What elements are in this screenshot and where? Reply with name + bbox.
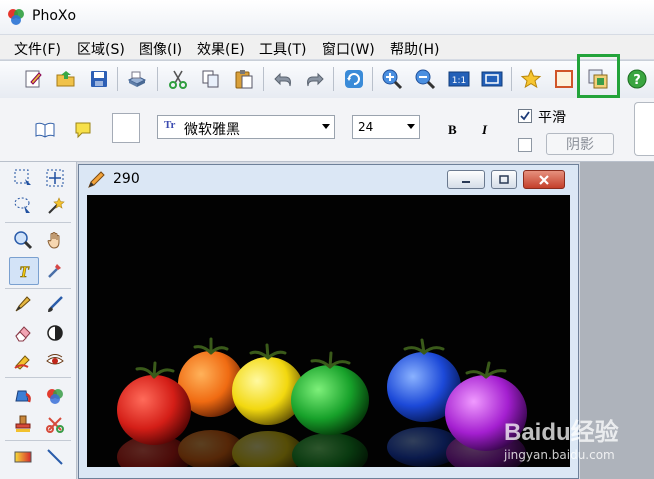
zoom-icon[interactable] bbox=[11, 228, 35, 252]
menu-file[interactable]: 文件(F) bbox=[14, 39, 61, 59]
help-icon[interactable]: ? bbox=[624, 66, 650, 92]
zoom-out-icon[interactable] bbox=[412, 66, 438, 92]
book-icon[interactable] bbox=[34, 121, 56, 139]
color-swatch[interactable] bbox=[112, 113, 140, 143]
move-icon[interactable] bbox=[43, 166, 67, 190]
menu-region[interactable]: 区域(S) bbox=[77, 39, 125, 59]
paste-icon[interactable] bbox=[231, 66, 257, 92]
fill-icon[interactable] bbox=[11, 384, 35, 408]
red-eye-icon[interactable] bbox=[43, 349, 67, 373]
star-icon[interactable] bbox=[518, 66, 544, 92]
font-name: 微软雅黑 bbox=[184, 122, 240, 138]
speech-bubble-icon[interactable] bbox=[73, 120, 93, 140]
brush-icon[interactable] bbox=[43, 292, 67, 316]
minimize-icon bbox=[462, 180, 470, 183]
actual-size-icon[interactable]: 1:1 bbox=[446, 66, 472, 92]
shadow-button[interactable]: 阴影 bbox=[546, 133, 614, 155]
main-toolbar: 1:1 ? bbox=[0, 60, 654, 99]
italic-button[interactable]: I bbox=[482, 122, 487, 138]
photo-canvas[interactable] bbox=[87, 195, 570, 467]
save-icon[interactable] bbox=[86, 66, 112, 92]
maximize-button[interactable] bbox=[491, 170, 517, 189]
font-select[interactable]: Tr 微软雅黑 bbox=[157, 115, 335, 139]
eraser-icon[interactable] bbox=[11, 321, 35, 345]
shadow-label: 阴影 bbox=[566, 137, 594, 153]
copy-icon[interactable] bbox=[198, 66, 224, 92]
color-replace-icon[interactable] bbox=[43, 384, 67, 408]
phoxo-logo-icon bbox=[8, 9, 24, 25]
smooth-checkbox[interactable] bbox=[518, 109, 532, 123]
text-options-bar: Tr 微软雅黑 24 B I 平滑 阴影 bbox=[0, 98, 654, 162]
chevron-down-icon bbox=[322, 124, 330, 129]
truetype-icon: Tr bbox=[164, 119, 176, 131]
menu-bar: 文件(F) 区域(S) 图像(I) 效果(E) 工具(T) 窗口(W) 帮助(H… bbox=[0, 35, 654, 59]
open-folder-icon[interactable] bbox=[53, 66, 79, 92]
zoom-in-icon[interactable] bbox=[379, 66, 405, 92]
bold-button[interactable]: B bbox=[448, 122, 457, 138]
menu-effects[interactable]: 效果(E) bbox=[197, 39, 245, 59]
gradient-icon[interactable] bbox=[11, 445, 35, 469]
cut-icon[interactable] bbox=[165, 66, 191, 92]
close-button[interactable] bbox=[523, 170, 565, 189]
svg-text:T: T bbox=[19, 264, 30, 281]
svg-text:?: ? bbox=[633, 73, 641, 88]
tool-palette: T bbox=[0, 162, 77, 479]
stamp-icon[interactable] bbox=[43, 412, 67, 436]
shadow-checkbox[interactable] bbox=[518, 138, 532, 152]
line-icon[interactable] bbox=[43, 445, 67, 469]
title-bar: PhoXo bbox=[0, 0, 654, 34]
tomatoes-photo bbox=[117, 337, 527, 467]
menu-tools[interactable]: 工具(T) bbox=[259, 39, 306, 59]
eyedropper-icon[interactable] bbox=[43, 258, 67, 282]
contrast-icon[interactable] bbox=[43, 321, 67, 345]
hand-icon[interactable] bbox=[43, 228, 67, 252]
document-title: 290 bbox=[113, 171, 140, 187]
watermark-url: jingyan.baidu.com bbox=[504, 448, 615, 462]
frame-icon[interactable] bbox=[551, 66, 577, 92]
smooth-label: 平滑 bbox=[538, 110, 566, 126]
menu-help[interactable]: 帮助(H) bbox=[390, 39, 439, 59]
scanner-icon[interactable] bbox=[124, 66, 150, 92]
smudge-icon[interactable] bbox=[11, 349, 35, 373]
new-icon[interactable] bbox=[20, 66, 46, 92]
lasso-icon[interactable] bbox=[11, 194, 35, 218]
preview-panel bbox=[634, 102, 654, 156]
pencil-icon bbox=[88, 171, 105, 188]
chevron-down-icon bbox=[407, 124, 415, 129]
app-title: PhoXo bbox=[32, 8, 77, 24]
close-icon bbox=[539, 174, 549, 185]
maximize-icon bbox=[499, 174, 509, 184]
font-size-value: 24 bbox=[358, 120, 374, 134]
checkmark-icon bbox=[520, 111, 530, 121]
refresh-icon[interactable] bbox=[341, 66, 367, 92]
menu-window[interactable]: 窗口(W) bbox=[322, 39, 375, 59]
font-size-select[interactable]: 24 bbox=[352, 115, 420, 139]
svg-text:1:1: 1:1 bbox=[452, 76, 466, 86]
menu-image[interactable]: 图像(I) bbox=[139, 39, 182, 59]
clone-stamp-icon[interactable] bbox=[11, 412, 35, 436]
highlight-box bbox=[577, 54, 620, 98]
baidu-watermark: Baidu经验 jingyan.baidu.com bbox=[500, 410, 650, 472]
magic-wand-icon[interactable] bbox=[43, 194, 67, 218]
pen-icon[interactable] bbox=[11, 292, 35, 316]
redo-icon[interactable] bbox=[302, 66, 328, 92]
rect-select-icon[interactable] bbox=[11, 166, 35, 190]
text-tool-icon[interactable]: T bbox=[9, 257, 39, 285]
minimize-button[interactable] bbox=[447, 170, 485, 189]
undo-icon[interactable] bbox=[270, 66, 296, 92]
fit-window-icon[interactable] bbox=[479, 66, 505, 92]
watermark-brand: Baidu经验 bbox=[504, 419, 619, 446]
